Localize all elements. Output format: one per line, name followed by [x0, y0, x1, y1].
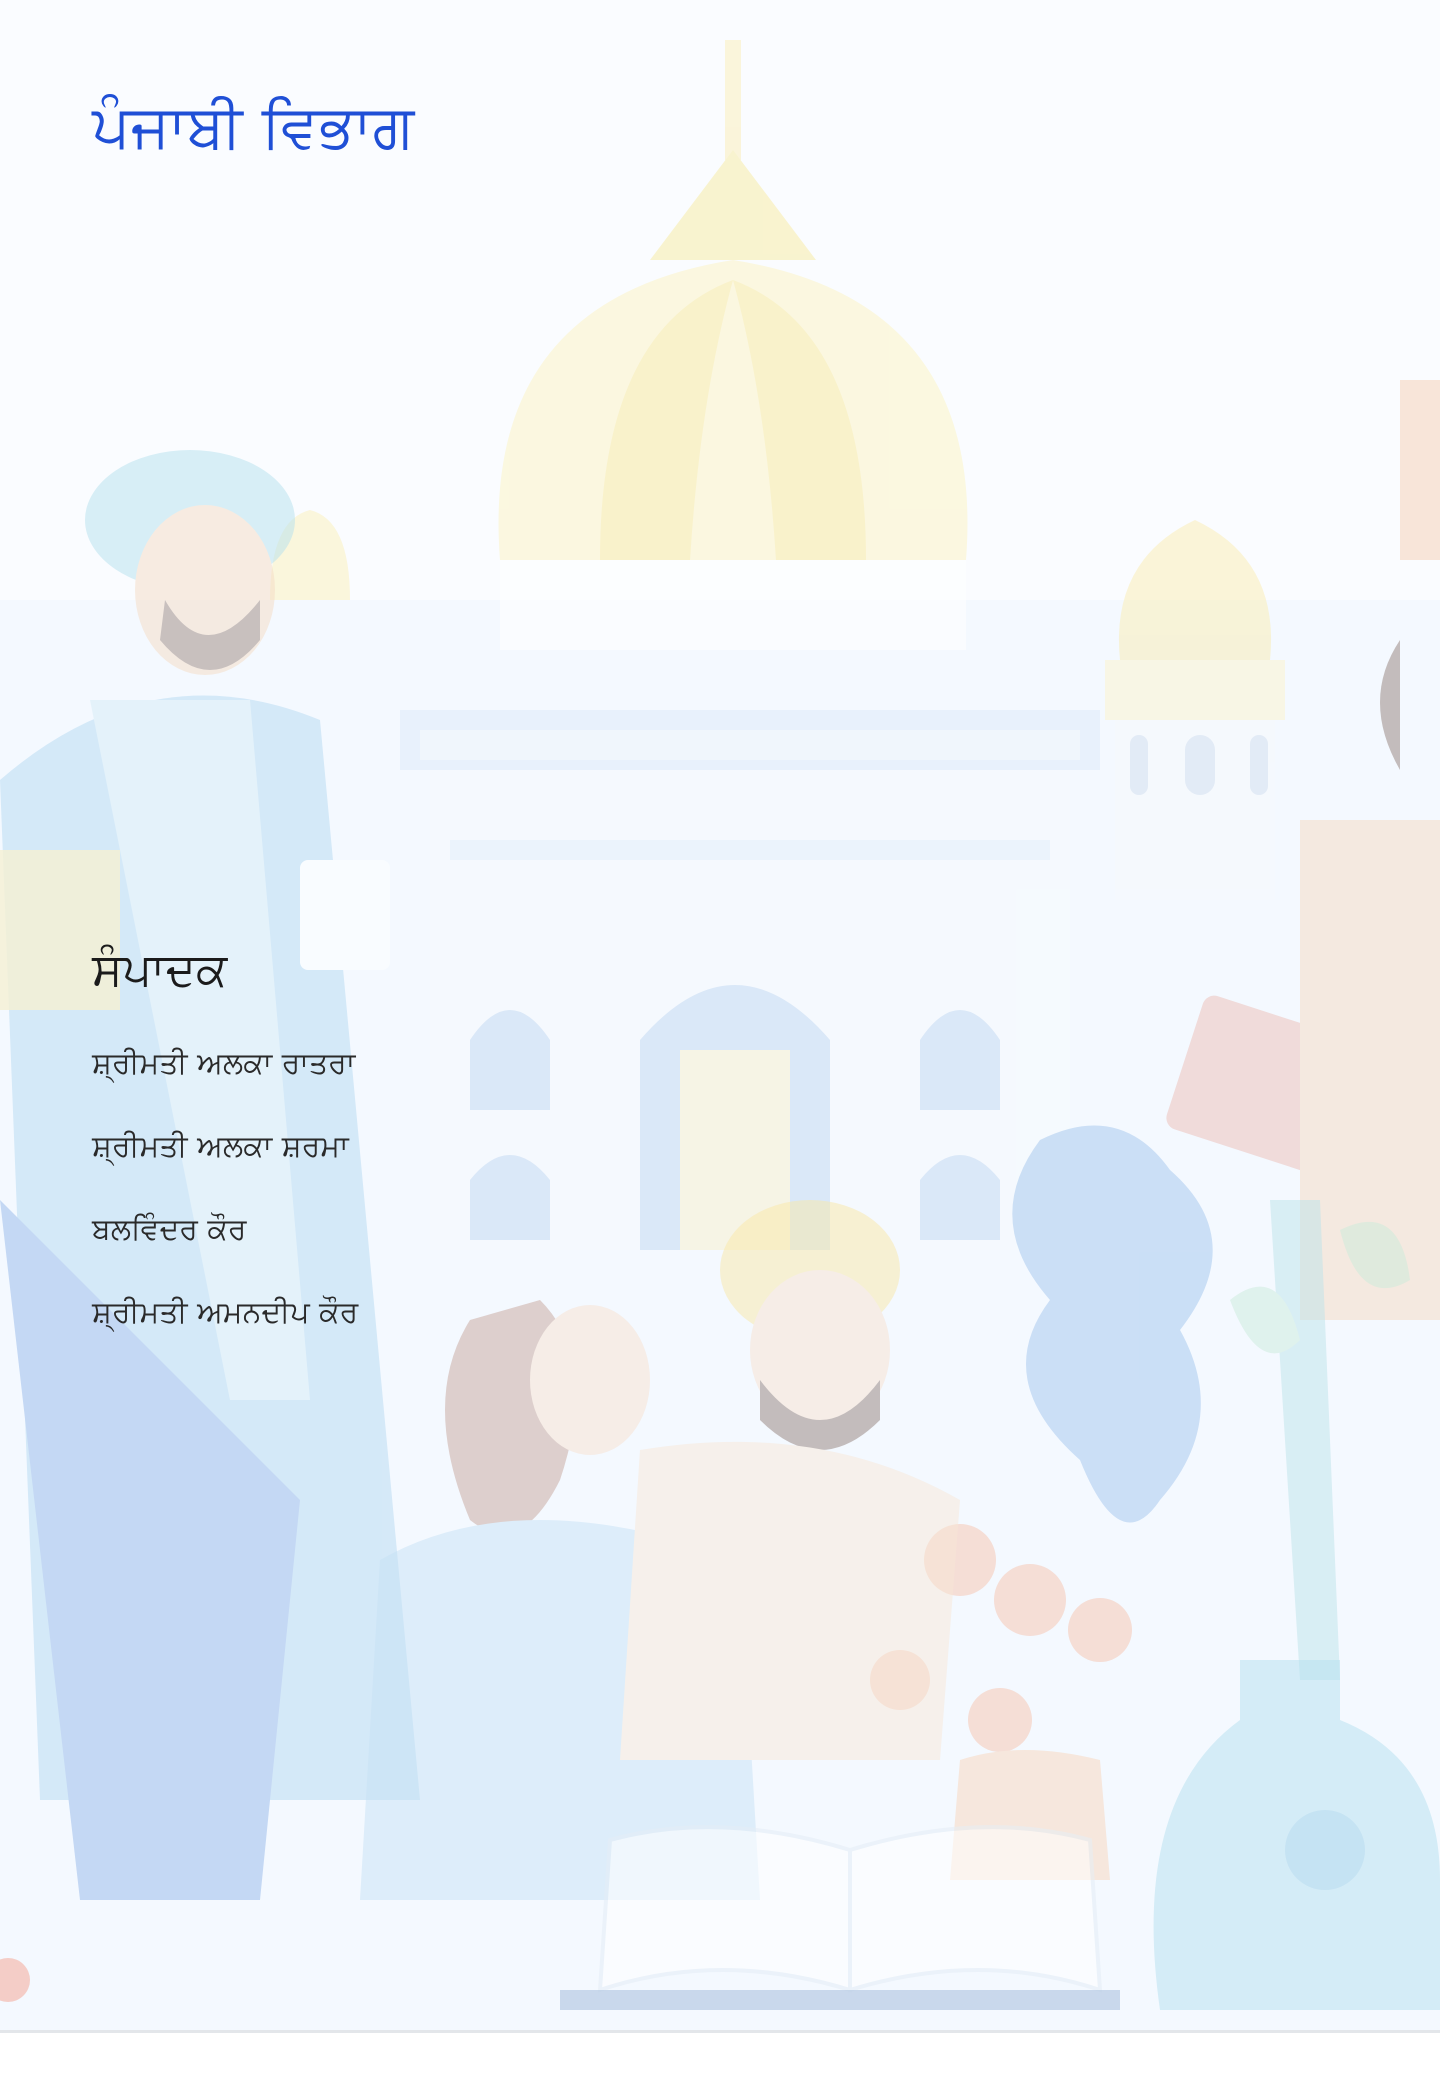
- editor-name: ਬਲਵਿੰਦਰ ਕੌਰ: [92, 1212, 247, 1247]
- editors-section: ਸੰਪਾਦਕ ਸ਼੍ਰੀਮਤੀ ਅਲਕਾ ਰਾਤਰਾ ਸ਼੍ਰੀਮਤੀ ਅਲਕਾ…: [92, 942, 358, 1376]
- editor-name: ਸ਼੍ਰੀਮਤੀ ਅਮਨਦੀਪ ਕੌਰ: [92, 1295, 359, 1330]
- editors-heading: ਸੰਪਾਦਕ: [92, 942, 228, 996]
- department-title: ਪੰਜਾਬੀ ਵਿਭਾਗ: [92, 92, 415, 162]
- editor-list: ਸ਼੍ਰੀਮਤੀ ਅਲਕਾ ਰਾਤਰਾ ਸ਼੍ਰੀਮਤੀ ਅਲਕਾ ਸ਼ਰਮਾ …: [92, 1044, 358, 1376]
- editor-name: ਸ਼੍ਰੀਮਤੀ ਅਲਕਾ ਰਾਤਰਾ: [92, 1046, 356, 1081]
- editor-name: ਸ਼੍ਰੀਮਤੀ ਅਲਕਾ ਸ਼ਰਮਾ: [92, 1129, 349, 1164]
- bottom-divider: [0, 2030, 1440, 2033]
